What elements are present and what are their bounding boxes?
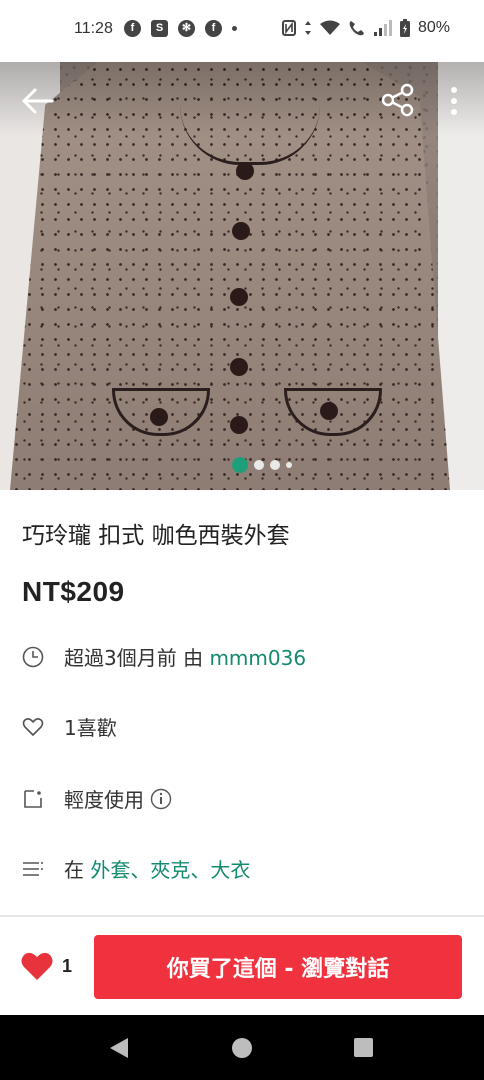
carousel-dot[interactable] [270,460,280,470]
likes-row[interactable]: 1喜歡 [22,712,117,741]
status-bar: 11:28 f S ✻ f 80% [0,0,484,62]
carousel-dot[interactable] [232,457,248,473]
data-arrows-icon [304,21,311,35]
list-icon [23,861,43,876]
more-vert-icon[interactable] [446,84,462,118]
signal-icon [373,20,392,36]
clock-icon [22,646,44,667]
carousel-dot[interactable] [254,460,264,470]
call-icon [349,21,364,36]
battery-icon [399,19,410,37]
listing-time-text: 超過3個月前 由 mmm036 [64,642,306,671]
nav-home-icon[interactable] [232,1038,252,1058]
category-row: 在 外套、夾克、大衣 [22,854,250,883]
facebook-icon: f [124,20,141,37]
coat-button [320,402,338,420]
nav-back-icon[interactable] [108,1036,130,1060]
back-arrow-icon[interactable] [20,84,54,118]
wifi-icon [319,20,340,35]
nfc-icon [281,20,296,36]
info-icon[interactable] [150,788,172,810]
share-icon[interactable] [380,82,416,118]
product-price: NT$209 [22,576,125,607]
system-status-icons: 80% [281,19,450,37]
coat-button [230,358,248,376]
listing-time-row: 超過3個月前 由 mmm036 [22,642,306,671]
app-icon: ✻ [178,20,195,37]
coat-button [230,416,248,434]
category-link[interactable]: 外套、夾克、大衣 [90,858,250,882]
coat-button [236,162,254,180]
carousel-dot[interactable] [286,462,292,468]
facebook-icon: f [205,20,222,37]
tag-icon [24,789,42,808]
status-time: 11:28 [74,20,113,37]
nav-recents-icon[interactable] [354,1038,373,1057]
coat-button [232,222,250,240]
carousel-indicators [232,457,292,473]
condition-row: 輕度使用 [22,784,172,813]
notification-icons: f S ✻ f [124,20,237,37]
heart-outline-icon [22,717,44,736]
coat-button [230,288,248,306]
category-prefix: 在 [64,858,91,882]
product-title: 巧玲瓏 扣式 咖色西裝外套 [22,523,290,549]
coat-button [150,408,168,426]
category-text: 在 外套、夾克、大衣 [64,854,250,883]
product-image-carousel[interactable] [0,62,484,490]
like-count: 1 [62,956,73,976]
listing-time-prefix: 超過3個月前 由 [64,646,210,670]
seller-link[interactable]: mmm036 [209,646,306,670]
dot-icon [232,26,237,31]
shopping-bag-icon: S [151,20,168,37]
condition-text: 輕度使用 [64,788,144,812]
heart-filled-icon[interactable] [20,950,54,982]
battery-percent: 80% [417,19,450,36]
view-chat-button[interactable]: 你買了這個 - 瀏覽對話 [94,935,462,999]
likes-count-link[interactable]: 1喜歡 [64,712,117,741]
